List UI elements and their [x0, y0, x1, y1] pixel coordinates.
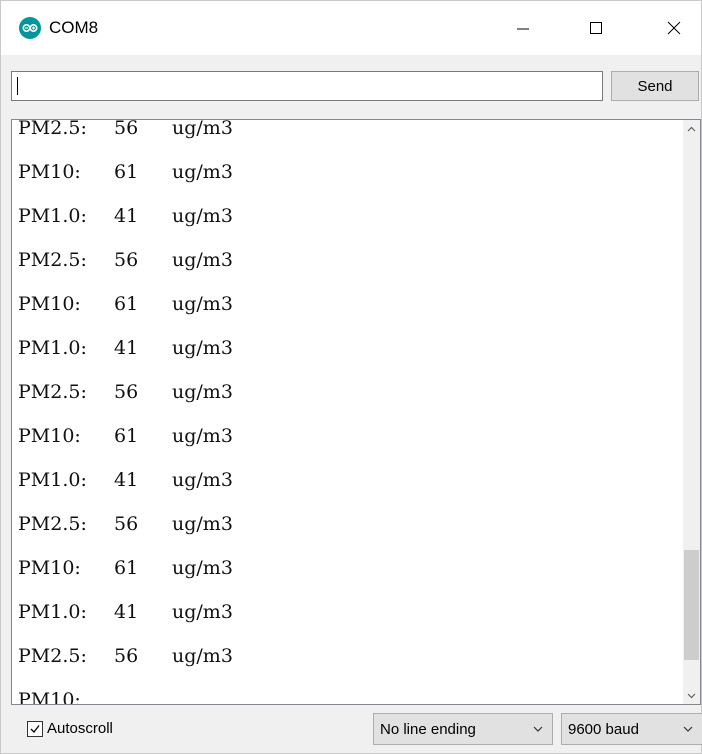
output-line-unit: ug/m3: [172, 381, 233, 403]
serial-input-field[interactable]: [11, 71, 603, 101]
minimize-button[interactable]: [500, 1, 546, 55]
close-button[interactable]: [651, 1, 697, 55]
output-line-value: 61: [114, 425, 139, 447]
vertical-scrollbar[interactable]: [683, 120, 700, 704]
output-line-label: PM10:: [18, 161, 81, 183]
output-line-unit: ug/m3: [172, 601, 233, 623]
window-title: COM8: [49, 18, 99, 37]
output-line: PM10: 61 ug/m3: [18, 414, 233, 458]
line-ending-value: No line ending: [380, 720, 476, 738]
output-line-unit: ug/m3: [172, 469, 233, 491]
chevron-down-icon: [683, 726, 693, 732]
checkmark-icon: [30, 725, 40, 733]
send-button[interactable]: Send: [611, 71, 699, 101]
text-caret: [17, 77, 18, 95]
output-line: PM2.5: 56 ug/m3: [18, 238, 233, 282]
output-line: PM2.5: 56 ug/m3: [18, 370, 233, 414]
output-line-label: PM2.5:: [18, 249, 87, 271]
output-line: PM1.0: 41 ug/m3: [18, 326, 233, 370]
output-line-value: 56: [114, 513, 139, 535]
output-line-label: PM1.0:: [18, 205, 87, 227]
input-row: Send: [1, 55, 701, 119]
autoscroll-checkbox[interactable]: [27, 721, 43, 737]
output-line-value: 61: [114, 557, 139, 579]
output-line-value: 56: [114, 119, 139, 139]
output-line-value: 56: [114, 249, 139, 271]
output-line-unit: ug/m3: [172, 513, 233, 535]
output-line: PM10: 61 ug/m3: [18, 282, 233, 326]
output-line: PM2.5: 56 ug/m3: [18, 119, 233, 150]
output-line-label: PM10:: [18, 557, 81, 579]
output-line: PM10:: [18, 678, 233, 705]
output-line-unit: ug/m3: [172, 557, 233, 579]
output-line-label: PM2.5:: [18, 119, 87, 139]
output-line-label: PM2.5:: [18, 645, 87, 667]
baud-rate-value: 9600 baud: [568, 720, 639, 738]
output-line-unit: ug/m3: [172, 249, 233, 271]
output-line-unit: ug/m3: [172, 161, 233, 183]
maximize-button[interactable]: [573, 1, 619, 55]
output-line: PM2.5: 56 ug/m3: [18, 502, 233, 546]
scrollbar-thumb[interactable]: [684, 549, 699, 660]
output-lines: PM2.5: 56 ug/m3 PM10: 61 ug/m3 PM1.0: 41 ug/m3 PM…: [18, 119, 233, 705]
output-line-value: 61: [114, 293, 139, 315]
minimize-icon: [517, 28, 529, 30]
output-line-value: 41: [114, 601, 139, 623]
output-line-value: 56: [114, 381, 139, 403]
output-line-unit: ug/m3: [172, 337, 233, 359]
output-line-unit: ug/m3: [172, 205, 233, 227]
output-line: PM10: 61 ug/m3: [18, 150, 233, 194]
serial-output-area[interactable]: PM2.5: 56 ug/m3 PM10: 61 ug/m3 PM1.0: 41 ug/m3 PM…: [11, 119, 701, 705]
output-line-label: PM1.0:: [18, 337, 87, 359]
title-bar: COM8: [1, 1, 701, 55]
output-line: PM10: 61 ug/m3: [18, 546, 233, 590]
output-line-value: 41: [114, 337, 139, 359]
output-line-label: PM10:: [18, 293, 81, 315]
chevron-down-icon: [533, 726, 543, 732]
baud-rate-select[interactable]: 9600 baud: [561, 713, 702, 745]
output-line-value: 41: [114, 469, 139, 491]
output-line-label: PM1.0:: [18, 601, 87, 623]
line-ending-select[interactable]: No line ending: [373, 713, 553, 745]
output-line-unit: ug/m3: [172, 425, 233, 447]
output-line-label: PM10:: [18, 689, 81, 705]
output-line-value: 41: [114, 205, 139, 227]
arduino-infinity-icon: [19, 17, 41, 39]
output-line: PM2.5: 56 ug/m3: [18, 634, 233, 678]
output-line: PM1.0: 41 ug/m3: [18, 194, 233, 238]
output-line-value: 61: [114, 161, 139, 183]
output-line-label: PM2.5:: [18, 381, 87, 403]
output-line-unit: ug/m3: [172, 645, 233, 667]
output-line-value: 56: [114, 645, 139, 667]
output-line: PM1.0: 41 ug/m3: [18, 590, 233, 634]
serial-monitor-window: COM8 Send PM2.5: 56 ug/m3 PM10: 61 ug/m3 PM1.0…: [0, 0, 702, 754]
scroll-up-arrow-icon[interactable]: [683, 120, 700, 137]
scroll-down-arrow-icon[interactable]: [683, 687, 700, 704]
output-line: PM1.0: 41 ug/m3: [18, 458, 233, 502]
close-icon: [667, 21, 681, 35]
output-line-unit: ug/m3: [172, 119, 233, 139]
output-line-label: PM2.5:: [18, 513, 87, 535]
maximize-icon: [590, 22, 602, 34]
output-line-unit: ug/m3: [172, 293, 233, 315]
output-line-label: PM1.0:: [18, 469, 87, 491]
autoscroll-label: Autoscroll: [47, 720, 113, 737]
status-bar: Autoscroll No line ending 9600 baud: [1, 705, 702, 753]
output-line-label: PM10:: [18, 425, 81, 447]
